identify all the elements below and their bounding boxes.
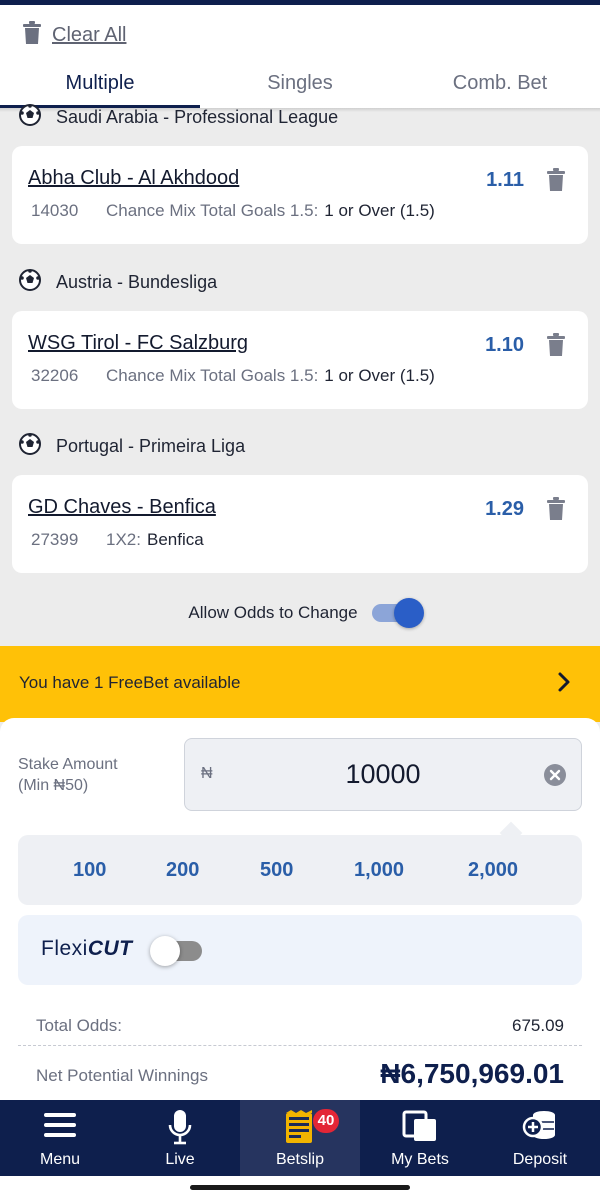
selection-name: 1 or Over (1.5)	[324, 366, 435, 385]
flexicut-toggle[interactable]	[150, 935, 204, 966]
toggle-knob	[150, 936, 180, 966]
odds-change-toggle[interactable]	[371, 598, 424, 628]
betslip-header: Clear All Multiple Singles Comb. Bet	[0, 5, 600, 108]
league-name: Saudi Arabia - Professional League	[56, 107, 339, 127]
quick-stake-1000[interactable]: 1,000	[354, 859, 404, 882]
selection-odds: 1.11	[486, 169, 524, 191]
nav-my-bets[interactable]: My Bets	[360, 1100, 480, 1176]
soccer-ball-icon	[18, 268, 42, 297]
total-odds-label: Total Odds:	[36, 1016, 122, 1035]
clear-stake-icon[interactable]	[543, 763, 567, 792]
quick-stake-bar: 100 200 500 1,000 2,000	[18, 835, 582, 905]
league-name: Portugal - Primeira Liga	[56, 436, 246, 456]
market-name: Chance Mix Total Goals 1.5:	[106, 366, 319, 385]
nav-betslip-label: Betslip	[275, 1151, 325, 1168]
freebet-text: You have 1 FreeBet available	[19, 673, 241, 692]
betslip-icon	[283, 1109, 317, 1150]
deposit-coins-icon	[522, 1109, 558, 1148]
clear-all-label: Clear All	[52, 24, 127, 46]
stake-value: 10000	[345, 759, 421, 789]
stake-label-min: (Min ₦50)	[18, 777, 89, 794]
chevron-right-icon	[556, 670, 572, 699]
trash-icon	[546, 168, 566, 196]
selection-odds: 1.10	[485, 334, 524, 356]
nav-deposit-label: Deposit	[512, 1151, 568, 1168]
league-name: Austria - Bundesliga	[56, 272, 218, 292]
nav-menu[interactable]: Menu	[0, 1100, 120, 1176]
trash-icon	[546, 333, 566, 361]
flexicut-logo: FlexiCUT	[41, 937, 133, 961]
remove-bet-button[interactable]	[546, 333, 566, 362]
bet-type-tabs: Multiple Singles Comb. Bet	[0, 65, 600, 108]
stake-panel: Stake Amount (Min ₦50) ₦ 10000 100 200 5…	[0, 718, 600, 1100]
microphone-icon	[166, 1109, 194, 1150]
selection-name: 1 or Over (1.5)	[324, 201, 435, 220]
market-name: Chance Mix Total Goals 1.5:	[106, 201, 319, 220]
hamburger-icon	[43, 1109, 77, 1146]
winnings-label: Net Potential Winnings	[36, 1066, 208, 1085]
trash-icon	[546, 497, 566, 525]
soccer-ball-icon	[18, 432, 42, 461]
market-info: Chance Mix Total Goals 1.5: 1 or Over (1.…	[106, 366, 435, 386]
stake-label: Stake Amount (Min ₦50)	[18, 754, 118, 796]
match-link[interactable]: Abha Club - Al Akhdood	[28, 167, 239, 190]
quick-stake-200[interactable]: 200	[166, 859, 199, 882]
market-info: Chance Mix Total Goals 1.5: 1 or Over (1.…	[106, 201, 435, 221]
tab-multiple[interactable]: Multiple	[0, 65, 200, 108]
quick-stake-2000[interactable]: 2,000	[468, 859, 518, 882]
bet-card: WSG Tirol - FC Salzburg 32206 Chance Mix…	[12, 311, 588, 409]
bottom-nav: Menu Live 40 Betslip My Bets Deposit	[0, 1100, 600, 1176]
nav-betslip[interactable]: 40 Betslip	[240, 1100, 360, 1176]
flexicut-logo-cut: CUT	[87, 937, 133, 960]
nav-live-label: Live	[165, 1151, 195, 1168]
my-bets-icon	[402, 1109, 438, 1148]
trash-icon	[22, 21, 42, 50]
odds-change-row: Allow Odds to Change	[0, 595, 600, 631]
tab-comb-bet[interactable]: Comb. Bet	[400, 65, 600, 108]
winnings-value: ₦6,750,969.01	[380, 1058, 564, 1089]
quick-stake-100[interactable]: 100	[73, 859, 106, 882]
toggle-knob	[393, 598, 424, 628]
freebet-banner[interactable]: You have 1 FreeBet available	[0, 646, 600, 722]
stake-label-title: Stake Amount	[18, 756, 118, 773]
stake-input[interactable]: ₦ 10000	[184, 738, 582, 811]
match-link[interactable]: GD Chaves - Benfica	[28, 496, 216, 519]
event-code: 14030	[31, 201, 79, 220]
selection-odds: 1.29	[485, 498, 524, 520]
bet-card: GD Chaves - Benfica 27399 1X2: Benfica 1.…	[12, 475, 588, 573]
market-info: 1X2: Benfica	[106, 530, 204, 550]
league-header: Saudi Arabia - Professional League	[18, 103, 338, 132]
selection-name: Benfica	[146, 530, 204, 549]
betslip-count-badge: 40	[313, 1109, 339, 1133]
bet-card: Abha Club - Al Akhdood 14030 Chance Mix …	[12, 146, 588, 244]
market-name: 1X2:	[106, 530, 141, 549]
quick-stake-500[interactable]: 500	[260, 859, 293, 882]
league-header: Portugal - Primeira Liga	[18, 432, 245, 461]
remove-bet-button[interactable]	[546, 497, 566, 526]
event-code: 27399	[31, 530, 79, 549]
nav-deposit[interactable]: Deposit	[480, 1100, 600, 1176]
flexicut-row: FlexiCUT	[18, 915, 582, 985]
flexicut-logo-flexi: Flexi	[41, 937, 88, 960]
soccer-ball-icon	[18, 103, 42, 132]
remove-bet-button[interactable]	[546, 168, 566, 197]
nav-live[interactable]: Live	[120, 1100, 240, 1176]
league-header: Austria - Bundesliga	[18, 268, 217, 297]
home-indicator[interactable]	[190, 1185, 410, 1190]
total-odds-value: 675.09	[512, 1016, 564, 1035]
nav-my-bets-label: My Bets	[391, 1151, 449, 1168]
event-code: 32206	[31, 366, 79, 385]
tab-singles[interactable]: Singles	[200, 65, 400, 108]
totals-divider	[18, 1045, 582, 1046]
odds-change-label: Allow Odds to Change	[188, 603, 358, 622]
clear-all-button[interactable]: Clear All	[22, 21, 126, 50]
match-link[interactable]: WSG Tirol - FC Salzburg	[28, 332, 248, 355]
nav-menu-label: Menu	[39, 1151, 81, 1168]
